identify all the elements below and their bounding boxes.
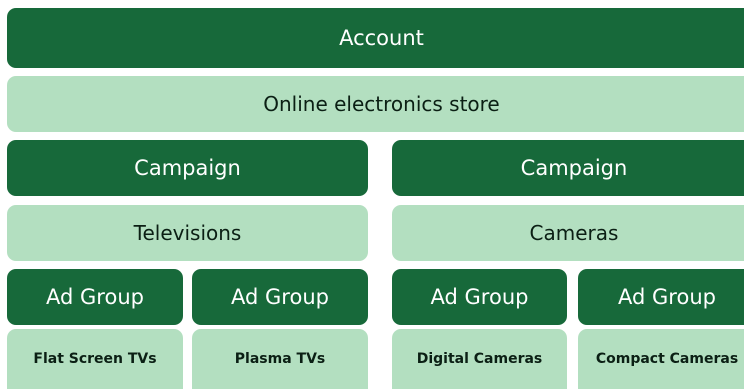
campaign-name-televisions: Televisions bbox=[7, 205, 368, 261]
campaign-name-label: Televisions bbox=[133, 221, 242, 245]
campaign-name-cameras: Cameras bbox=[392, 205, 744, 261]
ad-group-header-plasma: Ad Group bbox=[192, 269, 368, 325]
account-name-label: Online electronics store bbox=[263, 92, 500, 116]
campaign-header-label: Campaign bbox=[134, 156, 241, 180]
ad-group-name-flat-screen: Flat Screen TVs bbox=[7, 329, 183, 389]
ad-group-header-label: Ad Group bbox=[430, 285, 529, 309]
ad-group-header-digital: Ad Group bbox=[392, 269, 567, 325]
campaign-header-cameras: Campaign bbox=[392, 140, 744, 196]
account-header: Account bbox=[7, 8, 744, 68]
ad-group-name-label: Digital Cameras bbox=[416, 351, 543, 367]
campaign-header-label: Campaign bbox=[520, 156, 628, 180]
ad-group-header-label: Ad Group bbox=[618, 285, 716, 309]
ad-group-name-digital: Digital Cameras bbox=[392, 329, 567, 389]
ad-group-name-label: Compact Cameras bbox=[595, 351, 739, 367]
ad-group-header-label: Ad Group bbox=[46, 285, 144, 309]
campaign-name-label: Cameras bbox=[529, 221, 619, 245]
ad-group-name-label: Plasma TVs bbox=[234, 351, 326, 367]
ad-group-name-plasma: Plasma TVs bbox=[192, 329, 368, 389]
campaign-header-televisions: Campaign bbox=[7, 140, 368, 196]
ad-group-header-compact: Ad Group bbox=[578, 269, 744, 325]
ad-group-header-flat-screen: Ad Group bbox=[7, 269, 183, 325]
ad-group-name-label: Flat Screen TVs bbox=[33, 351, 157, 367]
ad-group-header-label: Ad Group bbox=[231, 285, 329, 309]
ad-group-name-compact: Compact Cameras bbox=[578, 329, 744, 389]
account-name: Online electronics store bbox=[7, 76, 744, 132]
account-header-label: Account bbox=[339, 26, 424, 50]
